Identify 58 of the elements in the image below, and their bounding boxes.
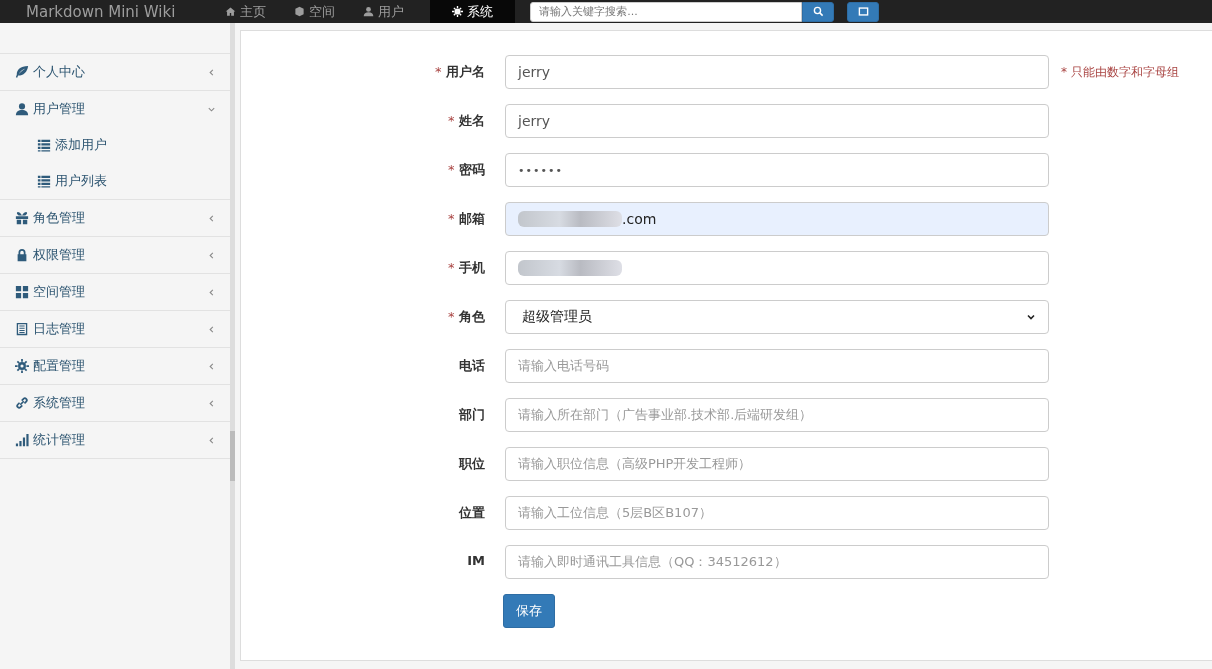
chevron-down-icon bbox=[1026, 312, 1036, 322]
gift-icon bbox=[15, 211, 29, 225]
app-title[interactable]: Markdown Mini Wiki bbox=[26, 2, 176, 21]
input-field[interactable]: •••••• bbox=[505, 153, 1049, 187]
sidebar-item[interactable]: 权限管理 bbox=[0, 237, 230, 273]
field-label: 职位 bbox=[458, 455, 486, 473]
signal-bars-icon bbox=[15, 433, 29, 447]
field-label: * 手机 bbox=[446, 259, 486, 277]
input-field[interactable]: jerry bbox=[505, 55, 1049, 89]
input-field[interactable]: .com bbox=[505, 202, 1049, 236]
search-button[interactable] bbox=[802, 1, 835, 22]
role-select[interactable]: 超级管理员 bbox=[505, 300, 1049, 334]
house-icon bbox=[225, 6, 237, 17]
sidebar-item[interactable]: 空间管理 bbox=[0, 274, 230, 310]
search-field[interactable]: 请输入关键字搜索... bbox=[530, 1, 803, 22]
list-icon bbox=[37, 138, 51, 152]
scrollbar[interactable] bbox=[230, 23, 235, 669]
field-label: 电话 bbox=[458, 357, 486, 375]
user-icon bbox=[363, 6, 375, 17]
link-icon bbox=[15, 396, 29, 410]
nav-tab[interactable]: 用户 bbox=[349, 0, 419, 23]
settings-icon bbox=[452, 6, 464, 17]
leaf-icon bbox=[15, 65, 29, 79]
settings-icon bbox=[15, 359, 29, 373]
save-button[interactable]: 保存 bbox=[503, 594, 555, 628]
field-label: 位置 bbox=[457, 504, 486, 522]
sidebar-item[interactable]: 配置管理 bbox=[0, 348, 230, 384]
scrollbar-thumb[interactable] bbox=[230, 431, 235, 481]
search-icon bbox=[812, 6, 824, 17]
sidebar-item[interactable]: 用户管理 bbox=[0, 91, 230, 127]
list-icon bbox=[37, 174, 51, 188]
sidebar-subitem[interactable]: 用户列表 bbox=[0, 163, 230, 199]
sidebar-item[interactable]: 日志管理 bbox=[0, 311, 230, 347]
sidebar-subitem[interactable]: 添加用户 bbox=[0, 127, 230, 163]
user-icon bbox=[15, 102, 29, 116]
nav-tab[interactable]: 空间 bbox=[280, 0, 350, 23]
field-label: * 邮箱 bbox=[446, 210, 486, 228]
cube-icon bbox=[294, 6, 306, 17]
input-field[interactable] bbox=[505, 251, 1049, 285]
document-icon bbox=[15, 322, 29, 336]
toolbar-button[interactable] bbox=[847, 1, 880, 22]
nav-tab[interactable]: 主页 bbox=[211, 0, 281, 23]
input-field[interactable]: jerry bbox=[505, 104, 1049, 138]
sidebar-item[interactable]: 个人中心 bbox=[0, 54, 230, 90]
field-label: * 用户名 bbox=[433, 63, 486, 81]
nav-tab[interactable]: 系统 bbox=[430, 0, 516, 23]
sidebar-item[interactable]: 系统管理 bbox=[0, 385, 230, 421]
square-icon bbox=[857, 6, 869, 17]
field-label: * 密码 bbox=[446, 161, 486, 179]
field-label: IM bbox=[466, 552, 486, 568]
field-label: 部门 bbox=[458, 406, 486, 424]
sidebar-item[interactable]: 统计管理 bbox=[0, 422, 230, 458]
field-label: * 姓名 bbox=[446, 112, 486, 130]
sidebar-item[interactable]: 角色管理 bbox=[0, 200, 230, 236]
lock-icon bbox=[15, 248, 29, 262]
field-label: * 角色 bbox=[446, 308, 486, 326]
grid-icon bbox=[15, 285, 29, 299]
validation-hint: * 只能由数字和字母组 bbox=[1061, 64, 1179, 81]
